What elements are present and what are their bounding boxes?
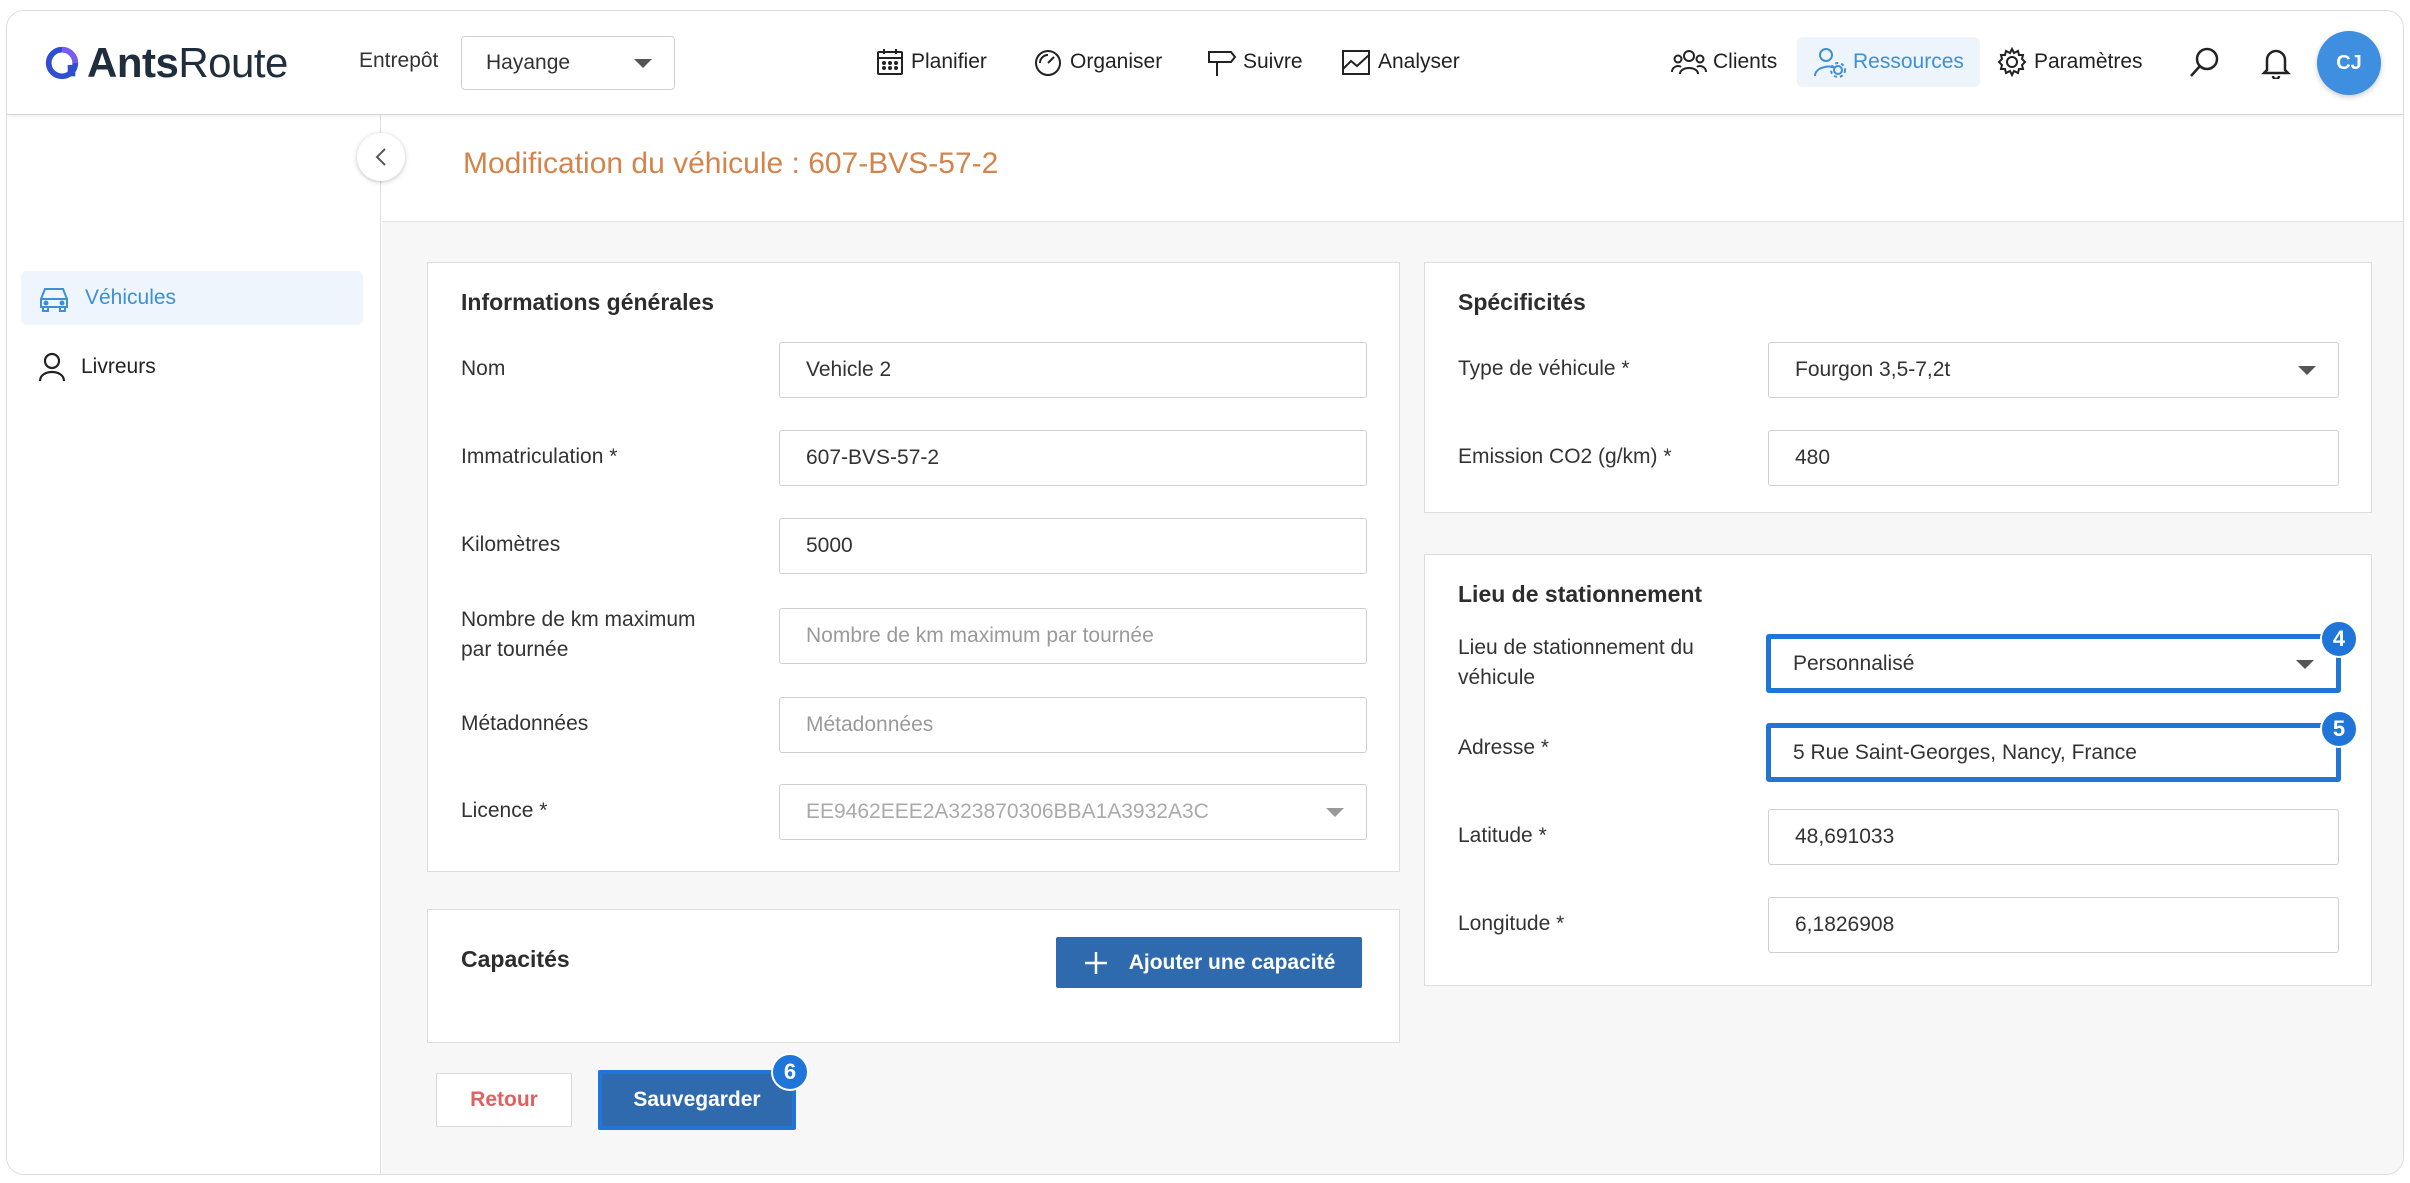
latitude-input[interactable]: 48,691033 (1768, 809, 2339, 865)
address-input[interactable]: 5 Rue Saint-Georges, Nancy, France (1766, 723, 2341, 782)
card-title: Informations générales (461, 289, 715, 315)
capacities-card: Capacités Ajouter une capacité (427, 909, 1400, 1043)
max-km-label-line2: par tournée (461, 638, 569, 661)
longitude-input[interactable]: 6,1826908 (1768, 897, 2339, 953)
nav-clients[interactable]: Clients (1671, 37, 1777, 87)
app-window: AntsRoute Entrepôt Hayange Planifier Org… (6, 10, 2404, 1175)
sidebar-item-drivers[interactable]: Livreurs (21, 340, 363, 394)
card-title: Spécificités (1458, 289, 1586, 315)
vehicle-type-label: Type de véhicule * (1458, 357, 1630, 380)
license-select[interactable]: EE9462EEE2A323870306BBA1A3932A3C (779, 784, 1367, 840)
vehicle-type-value: Fourgon 3,5-7,2t (1795, 358, 1951, 381)
max-km-input[interactable]: Nombre de km maximum par tournée (779, 608, 1367, 664)
antsroute-logo[interactable]: AntsRoute (43, 39, 288, 87)
car-icon (40, 288, 68, 312)
notifications-button[interactable] (2261, 37, 2297, 87)
nav-organize-label: Organiser (1070, 50, 1163, 73)
nav-settings-label: Paramètres (2034, 50, 2143, 73)
add-capacity-label: Ajouter une capacité (1128, 950, 1336, 974)
general-info-card: Informations générales Nom Vehicle 2 Imm… (427, 262, 1400, 872)
search-icon (2190, 47, 2219, 77)
top-navbar: AntsRoute Entrepôt Hayange Planifier Org… (7, 11, 2403, 115)
km-input[interactable]: 5000 (779, 518, 1367, 574)
nav-analyze-label: Analyser (1378, 50, 1460, 73)
name-input[interactable]: Vehicle 2 (779, 342, 1367, 398)
nav-clients-label: Clients (1713, 50, 1778, 73)
calendar-icon (877, 49, 903, 75)
license-label: Licence * (461, 799, 548, 822)
sidebar-item-label: Livreurs (81, 355, 156, 378)
chevron-down-icon (1326, 808, 1344, 817)
main-content: Modification du véhicule : 607-BVS-57-2 … (382, 115, 2403, 1174)
save-button[interactable]: Sauvegarder (598, 1070, 796, 1130)
users-icon (1671, 50, 1707, 75)
back-button[interactable]: Retour (436, 1073, 572, 1127)
nav-resources[interactable]: Ressources (1797, 37, 1980, 87)
signpost-icon (1208, 51, 1237, 76)
search-button[interactable] (2188, 37, 2228, 87)
parking-place-select[interactable]: Personnalisé (1766, 634, 2341, 693)
gear-icon (1997, 46, 2027, 78)
chart-icon (1342, 50, 1370, 75)
user-icon (38, 352, 66, 382)
co2-label: Emission CO2 (g/km) * (1458, 445, 1672, 468)
page-title: Modification du véhicule : 607-BVS-57-2 (463, 147, 999, 180)
speedometer-icon (1035, 50, 1061, 76)
collapse-sidebar-button[interactable] (357, 133, 405, 181)
sidebar: Véhicules Livreurs (7, 115, 381, 1174)
parking-place-label-line2: véhicule (1458, 666, 1536, 689)
add-capacity-button[interactable]: Ajouter une capacité (1056, 937, 1362, 988)
longitude-label: Longitude * (1458, 912, 1565, 935)
plus-icon (1084, 951, 1107, 974)
step-badge-6: 6 (771, 1053, 809, 1091)
nav-plan[interactable]: Planifier (875, 37, 987, 87)
chevron-left-icon (375, 148, 386, 166)
step-badge-5: 5 (2320, 710, 2358, 748)
nav-settings[interactable]: Paramètres (1996, 37, 2143, 87)
sidebar-item-label: Véhicules (85, 286, 177, 309)
latitude-label: Latitude * (1458, 824, 1547, 847)
nav-analyze[interactable]: Analyser (1340, 37, 1460, 87)
metadata-label: Métadonnées (461, 712, 589, 735)
nav-organize[interactable]: Organiser (1032, 37, 1162, 87)
max-km-label-line1: Nombre de km maximum (461, 608, 696, 631)
user-gear-icon (1814, 48, 1846, 78)
card-title: Lieu de stationnement (1458, 581, 1703, 607)
chevron-down-icon (634, 59, 652, 68)
max-km-label: Nombre de km maximum par tournée (461, 605, 696, 665)
warehouse-label: Entrepôt (359, 49, 439, 72)
plate-input[interactable]: 607-BVS-57-2 (779, 430, 1367, 486)
warehouse-select[interactable]: Hayange (461, 36, 675, 90)
logo-text: AntsRoute (87, 39, 288, 86)
nav-track-label: Suivre (1243, 50, 1303, 73)
km-label: Kilomètres (461, 533, 561, 556)
specificities-card: Spécificités Type de véhicule * Fourgon … (1424, 262, 2372, 513)
step-badge-4: 4 (2320, 620, 2358, 658)
logo-icon (45, 46, 79, 80)
chevron-down-icon (2296, 659, 2314, 669)
metadata-input[interactable]: Métadonnées (779, 697, 1367, 753)
parking-place-value: Personnalisé (1793, 651, 1915, 675)
nav-track[interactable]: Suivre (1205, 37, 1303, 87)
parking-place-label-line1: Lieu de stationnement du (1458, 636, 1694, 659)
license-value: EE9462EEE2A323870306BBA1A3932A3C (806, 800, 1209, 823)
warehouse-value: Hayange (486, 51, 571, 74)
nav-resources-label: Ressources (1853, 50, 1964, 73)
nav-plan-label: Planifier (911, 50, 987, 73)
parking-card: Lieu de stationnement Lieu de stationnem… (1424, 554, 2372, 986)
parking-place-label: Lieu de stationnement du véhicule (1458, 633, 1694, 693)
vehicle-type-select[interactable]: Fourgon 3,5-7,2t (1768, 342, 2339, 398)
sidebar-item-vehicles[interactable]: Véhicules (21, 271, 363, 325)
plate-label: Immatriculation * (461, 445, 618, 468)
card-title: Capacités (461, 946, 570, 972)
name-label: Nom (461, 357, 506, 380)
co2-input[interactable]: 480 (1768, 430, 2339, 486)
chevron-down-icon (2298, 366, 2316, 375)
address-label: Adresse * (1458, 736, 1550, 759)
user-avatar[interactable]: CJ (2317, 31, 2381, 95)
bell-icon (2261, 49, 2291, 79)
title-bar: Modification du véhicule : 607-BVS-57-2 (382, 115, 2403, 222)
